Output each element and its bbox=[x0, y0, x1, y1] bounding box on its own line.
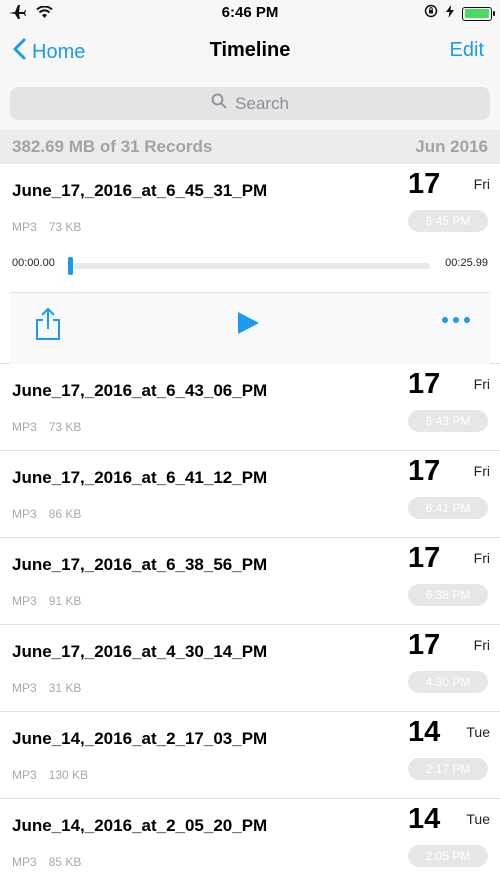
record-size: 31 KB bbox=[48, 681, 82, 695]
battery-icon bbox=[462, 6, 495, 21]
search-input[interactable]: Search bbox=[10, 87, 490, 120]
record-weekday: Tue bbox=[466, 811, 490, 827]
record-row[interactable]: June_17,_2016_at_6_38_56_PM MP3 91 KB 17… bbox=[0, 538, 500, 625]
search-placeholder: Search bbox=[235, 93, 289, 113]
record-format: MP3 bbox=[12, 855, 37, 869]
record-name: June_17,_2016_at_4_30_14_PM bbox=[12, 642, 268, 661]
edit-button[interactable]: Edit bbox=[450, 39, 484, 62]
record-name: June_14,_2016_at_2_05_20_PM bbox=[12, 816, 268, 835]
record-size: 91 KB bbox=[48, 594, 82, 608]
records-summary: 382.69 MB of 31 Records Jun 2016 bbox=[0, 130, 500, 164]
record-size: 73 KB bbox=[48, 220, 82, 234]
record-name: June_17,_2016_at_6_38_56_PM bbox=[12, 555, 268, 574]
charging-bolt-icon bbox=[446, 4, 454, 23]
record-format: MP3 bbox=[12, 681, 37, 695]
record-time-badge: 6:43 PM bbox=[408, 410, 488, 432]
record-format: MP3 bbox=[12, 420, 37, 434]
record-row[interactable]: June_17,_2016_at_6_41_12_PM MP3 86 KB 17… bbox=[0, 451, 500, 538]
record-size: 130 KB bbox=[48, 768, 89, 782]
record-time-badge: 4:30 PM bbox=[408, 671, 488, 693]
playback-scrubber-row: 00:00.00 00:25.99 bbox=[0, 251, 500, 279]
record-row-expanded[interactable]: June_17,_2016_at_6_45_31_PM MP3 73 KB 17… bbox=[0, 164, 500, 364]
record-meta: MP3 31 KB bbox=[12, 681, 81, 695]
play-button[interactable] bbox=[236, 311, 260, 340]
month-label: Jun 2016 bbox=[415, 137, 488, 156]
battery-level bbox=[464, 9, 489, 18]
record-day: 17 bbox=[408, 542, 441, 574]
record-meta: MP3 91 KB bbox=[12, 594, 81, 608]
record-row[interactable]: June_17,_2016_at_6_43_06_PM MP3 73 KB 17… bbox=[0, 364, 500, 451]
record-weekday: Fri bbox=[473, 176, 490, 192]
record-size: 73 KB bbox=[48, 420, 82, 434]
record-size: 85 KB bbox=[48, 855, 82, 869]
record-weekday: Fri bbox=[473, 376, 490, 392]
record-day: 17 bbox=[408, 368, 441, 400]
record-day: 17 bbox=[408, 168, 441, 200]
record-meta: MP3 73 KB bbox=[12, 220, 81, 234]
record-day: 14 bbox=[408, 803, 441, 835]
search-container: Search bbox=[0, 78, 500, 130]
record-row[interactable]: June_14,_2016_at_2_05_20_PM MP3 85 KB 14… bbox=[0, 799, 500, 888]
storage-summary: 382.69 MB of 31 Records bbox=[12, 137, 213, 156]
record-time-badge: 6:41 PM bbox=[408, 497, 488, 519]
search-icon bbox=[211, 93, 227, 114]
record-name: June_14,_2016_at_2_17_03_PM bbox=[12, 729, 268, 748]
navigation-bar: Home Timeline Edit bbox=[0, 26, 500, 78]
record-meta: MP3 73 KB bbox=[12, 420, 81, 434]
more-button[interactable] bbox=[442, 317, 470, 323]
more-icon-dot bbox=[464, 317, 470, 323]
record-time-badge: 6:45 PM bbox=[408, 210, 488, 232]
record-format: MP3 bbox=[12, 507, 37, 521]
record-meta: MP3 85 KB bbox=[12, 855, 81, 869]
record-format: MP3 bbox=[12, 594, 37, 608]
orientation-lock-icon bbox=[424, 4, 438, 23]
record-name: June_17,_2016_at_6_45_31_PM bbox=[12, 181, 268, 200]
record-weekday: Fri bbox=[473, 550, 490, 566]
share-icon bbox=[34, 307, 62, 345]
record-time-badge: 2:17 PM bbox=[408, 758, 488, 780]
page-title: Timeline bbox=[209, 39, 291, 61]
record-action-bar bbox=[10, 292, 490, 364]
record-name: June_17,_2016_at_6_41_12_PM bbox=[12, 468, 268, 487]
record-row[interactable]: June_17,_2016_at_4_30_14_PM MP3 31 KB 17… bbox=[0, 625, 500, 712]
more-icon bbox=[442, 317, 448, 323]
more-icon-dot bbox=[453, 317, 459, 323]
status-bar: 6:46 PM bbox=[0, 0, 500, 26]
record-weekday: Tue bbox=[466, 724, 490, 740]
play-icon bbox=[236, 312, 260, 339]
record-day: 17 bbox=[408, 455, 441, 487]
record-row[interactable]: June_14,_2016_at_2_17_03_PM MP3 130 KB 1… bbox=[0, 712, 500, 799]
record-day: 17 bbox=[408, 629, 441, 661]
total-duration: 00:25.99 bbox=[445, 257, 488, 269]
record-size: 86 KB bbox=[48, 507, 82, 521]
record-day: 14 bbox=[408, 716, 441, 748]
record-time-badge: 2:05 PM bbox=[408, 845, 488, 867]
record-time-badge: 6:38 PM bbox=[408, 584, 488, 606]
record-format: MP3 bbox=[12, 220, 37, 234]
status-right bbox=[424, 4, 495, 23]
elapsed-time: 00:00.00 bbox=[12, 257, 55, 269]
playback-scrubber-handle[interactable] bbox=[68, 257, 73, 275]
record-meta: MP3 86 KB bbox=[12, 507, 81, 521]
record-weekday: Fri bbox=[473, 463, 490, 479]
record-weekday: Fri bbox=[473, 637, 490, 653]
record-meta: MP3 130 KB bbox=[12, 768, 88, 782]
playback-track[interactable] bbox=[72, 263, 430, 269]
record-name: June_17,_2016_at_6_43_06_PM bbox=[12, 381, 268, 400]
share-button[interactable] bbox=[34, 307, 62, 346]
record-format: MP3 bbox=[12, 768, 37, 782]
